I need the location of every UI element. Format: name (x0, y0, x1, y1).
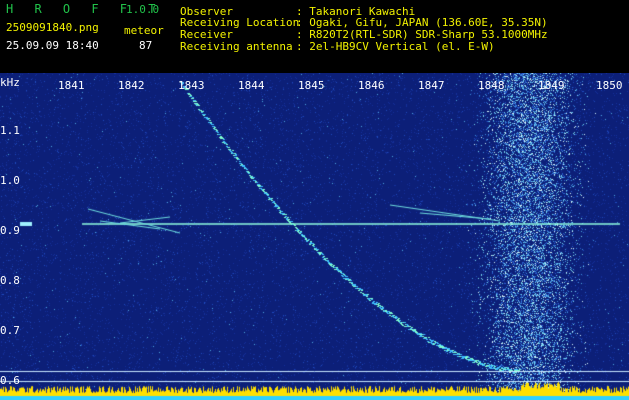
freq-tick: 1.1 (0, 124, 20, 137)
capture-file: 2509091840.png (6, 21, 99, 34)
freq-tick: 0.9 (0, 224, 20, 237)
freq-tick: 0.8 (0, 274, 20, 287)
time-tick: 1846 (358, 79, 385, 92)
time-tick: 1841 (58, 79, 85, 92)
freq-tick: 0.7 (0, 324, 20, 337)
freq-unit: kHz (0, 76, 20, 89)
freq-tick: 1.0 (0, 174, 20, 187)
time-tick: 1842 (118, 79, 145, 92)
header-panel: H R O F F T 1.0.0 2509091840.png meteor … (0, 0, 629, 73)
time-tick: 1849 (538, 79, 565, 92)
time-tick: 1845 (298, 79, 325, 92)
meteor-count: 87 (139, 39, 153, 52)
time-tick: 1847 (418, 79, 445, 92)
antenna-label: Receiving antenna (180, 40, 293, 53)
antenna-value: : 2el-HB9CV Vertical (el. E-W) (296, 40, 495, 53)
mode-label: meteor (124, 24, 164, 37)
time-tick: 1844 (238, 79, 265, 92)
time-tick: 1843 (178, 79, 205, 92)
spectrogram-canvas (0, 73, 629, 400)
time-tick: 1850 (596, 79, 623, 92)
time-tick: 1848 (478, 79, 505, 92)
freq-tick: 0.6 (0, 374, 20, 387)
capture-datetime: 25.09.09 18:40 (6, 39, 99, 52)
app-version: 1.0.0 (126, 3, 160, 16)
